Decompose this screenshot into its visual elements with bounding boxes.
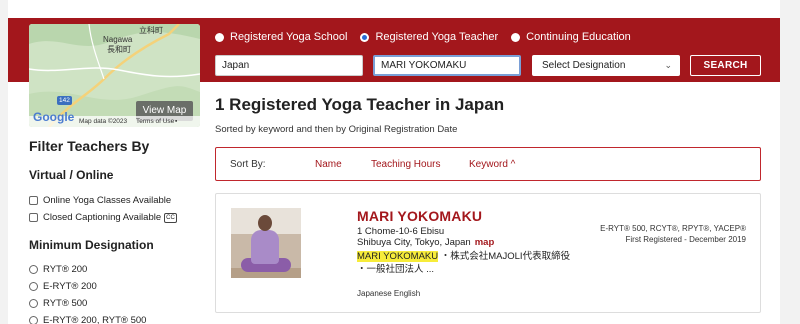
closed-captioning-label: Closed Captioning Available bbox=[43, 212, 162, 223]
sort-keyword-link[interactable]: Keyword ^ bbox=[469, 159, 515, 170]
keyword-input[interactable]: MARI YOKOMAKU bbox=[373, 55, 521, 76]
sort-teaching-hours-link[interactable]: Teaching Hours bbox=[371, 159, 440, 170]
checkbox-icon[interactable] bbox=[29, 196, 38, 205]
radio-icon[interactable] bbox=[29, 265, 38, 274]
radio-label: Continuing Education bbox=[526, 31, 631, 43]
teacher-description: MARI YOKOMAKU ・株式会社MAJOLI代表取締役 ・一般社団法人 .… bbox=[357, 250, 587, 276]
location-map[interactable]: 立科町 Nagawa 長和町 142 View Map Google Map d… bbox=[29, 24, 200, 127]
keyword-highlight: MARI YOKOMAKU bbox=[357, 251, 439, 262]
online-classes-label: Online Yoga Classes Available bbox=[43, 195, 172, 206]
closed-captioning-filter[interactable]: Closed Captioning Available CC bbox=[29, 212, 177, 223]
map-place-nagawa-jp: 長和町 bbox=[107, 45, 131, 54]
sort-bar: Sort By: Name Teaching Hours Keyword ^ bbox=[215, 147, 761, 181]
map-attribution: Google Map data ©2023 Terms of Use ▪ bbox=[29, 111, 200, 127]
designation-option[interactable]: E-RYT® 200 bbox=[29, 281, 97, 292]
designation-label: E-RYT® 200, RYT® 500 bbox=[43, 315, 147, 324]
description-text: ・株式会社MAJOLI代表取締役 bbox=[438, 251, 571, 262]
terms-of-use-link[interactable]: Terms of Use bbox=[136, 116, 174, 127]
page-edge-left bbox=[0, 0, 8, 324]
sort-name-link[interactable]: Name bbox=[315, 159, 342, 170]
online-classes-filter[interactable]: Online Yoga Classes Available bbox=[29, 195, 171, 206]
teacher-city: Shibuya City, Tokyo, Japan bbox=[357, 237, 471, 248]
designation-label: E-RYT® 200 bbox=[43, 281, 97, 292]
map-place-nagawa: Nagawa bbox=[103, 35, 133, 44]
radio-selected-icon[interactable] bbox=[360, 32, 370, 42]
report-link[interactable]: ▪ bbox=[175, 116, 177, 127]
virtual-online-heading: Virtual / Online bbox=[29, 168, 114, 182]
map-link[interactable]: map bbox=[475, 237, 495, 248]
radio-icon[interactable] bbox=[29, 299, 38, 308]
first-registered: First Registered - December 2019 bbox=[625, 235, 747, 244]
radio-registered-yoga-school[interactable]: Registered Yoga School bbox=[215, 31, 347, 43]
designation-select-value: Select Designation bbox=[542, 60, 626, 71]
description-text-line2: ・一般社団法人 ... bbox=[357, 264, 435, 275]
teacher-credentials: E-RYT® 500, RCYT®, RPYT®, YACEP® First R… bbox=[600, 223, 746, 245]
designation-select[interactable]: Select Designation ⌄ bbox=[532, 55, 680, 76]
search-type-radios: Registered Yoga School Registered Yoga T… bbox=[215, 30, 644, 44]
radio-registered-yoga-teacher[interactable]: Registered Yoga Teacher bbox=[360, 31, 498, 43]
radio-label: Registered Yoga Teacher bbox=[375, 31, 499, 43]
teacher-photo[interactable] bbox=[231, 208, 301, 278]
teacher-name-link[interactable]: MARI YOKOMAKU bbox=[357, 208, 482, 224]
radio-icon[interactable] bbox=[511, 32, 521, 42]
page-edge-right bbox=[780, 0, 800, 324]
sorted-note: Sorted by keyword and then by Original R… bbox=[215, 124, 458, 135]
designation-option[interactable]: RYT® 200 bbox=[29, 264, 87, 275]
sort-by-label: Sort By: bbox=[230, 159, 266, 170]
designation-label: RYT® 200 bbox=[43, 264, 88, 275]
map-data-label: Map data ©2023 bbox=[79, 118, 128, 125]
designation-option[interactable]: E-RYT® 200, RYT® 500 bbox=[29, 315, 146, 324]
radio-continuing-education[interactable]: Continuing Education bbox=[511, 31, 631, 43]
minimum-designation-heading: Minimum Designation bbox=[29, 238, 154, 252]
teacher-address-line1: 1 Chome-10-6 Ebisu bbox=[357, 226, 445, 237]
google-logo: Google bbox=[33, 110, 75, 124]
closed-captioning-icon: CC bbox=[164, 212, 177, 223]
radio-label: Registered Yoga School bbox=[230, 31, 348, 43]
teacher-languages: Japanese English bbox=[357, 289, 421, 298]
teacher-address-line2: Shibuya City, Tokyo, Japan map bbox=[357, 237, 494, 248]
designation-option[interactable]: RYT® 500 bbox=[29, 298, 87, 309]
credentials-list: E-RYT® 500, RCYT®, RPYT®, YACEP® bbox=[600, 224, 746, 233]
designation-label: RYT® 500 bbox=[43, 298, 88, 309]
map-place-top: 立科町 bbox=[139, 26, 163, 35]
chevron-down-icon: ⌄ bbox=[664, 60, 672, 70]
route-shield: 142 bbox=[57, 96, 72, 105]
radio-icon[interactable] bbox=[215, 32, 224, 42]
results-title: 1 Registered Yoga Teacher in Japan bbox=[215, 95, 505, 114]
radio-icon[interactable] bbox=[29, 316, 38, 324]
radio-icon[interactable] bbox=[29, 282, 38, 291]
location-input[interactable]: Japan bbox=[215, 55, 363, 76]
teacher-card[interactable]: MARI YOKOMAKU 1 Chome-10-6 Ebisu Shibuya… bbox=[215, 193, 761, 313]
search-button[interactable]: SEARCH bbox=[690, 55, 761, 76]
checkbox-icon[interactable] bbox=[29, 213, 38, 222]
filter-title: Filter Teachers By bbox=[29, 138, 150, 154]
